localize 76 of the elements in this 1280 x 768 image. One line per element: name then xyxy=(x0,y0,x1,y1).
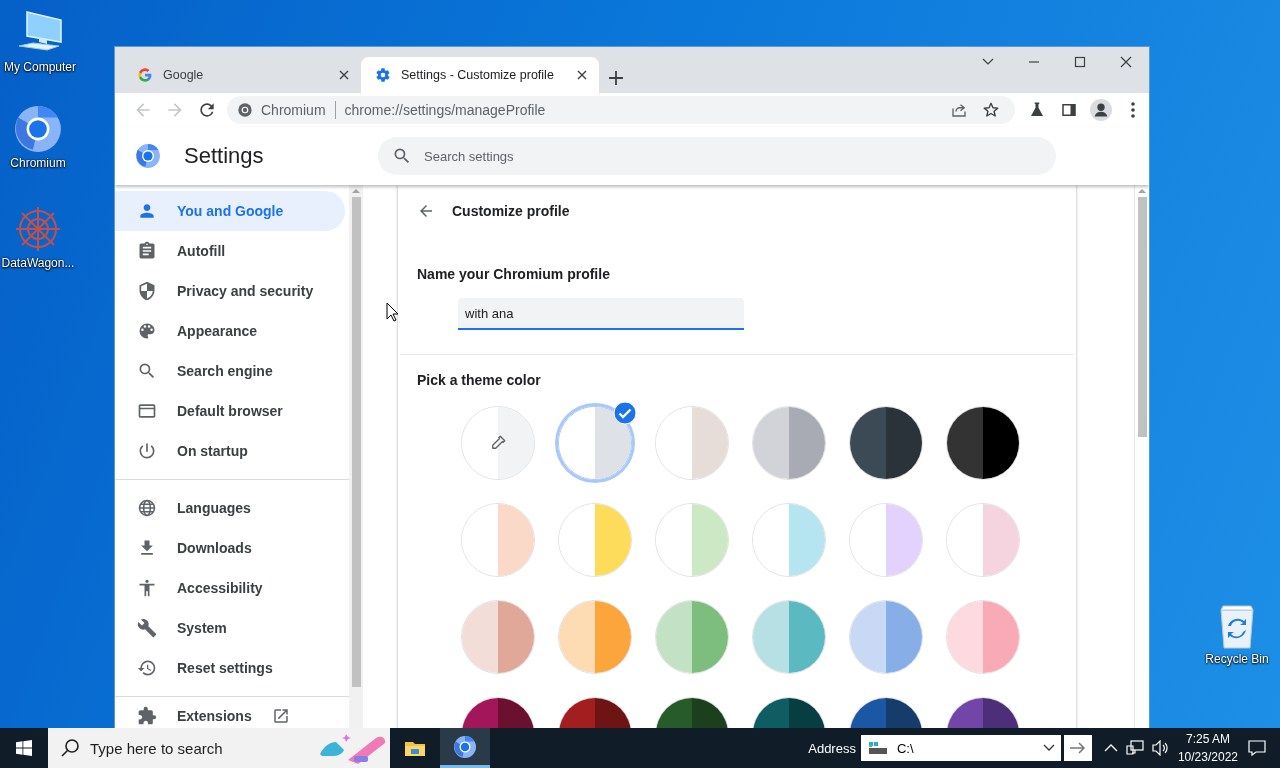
clipboard-icon xyxy=(137,241,157,261)
drive-icon xyxy=(866,740,889,756)
sidebar-item[interactable]: Languages xyxy=(115,488,345,528)
wrench-icon xyxy=(137,618,157,638)
chromium-icon[interactable] xyxy=(453,734,477,759)
desktop-icon-label: My Computer xyxy=(4,60,76,74)
desktop-icon-label: Chromium xyxy=(10,156,66,170)
puzzle-icon xyxy=(137,706,157,726)
new-tab-icon[interactable] xyxy=(609,71,623,85)
go-button[interactable] xyxy=(1063,735,1092,761)
history-icon xyxy=(137,658,157,678)
url-text: chrome://settings/manageProfile xyxy=(344,102,547,118)
sidebar-item[interactable]: You and Google xyxy=(115,191,345,231)
sidebar-item[interactable]: Extensions xyxy=(115,705,345,727)
search-icon xyxy=(60,738,80,758)
sidebar-item[interactable]: System xyxy=(115,608,345,648)
sidebar-item[interactable]: Autofill xyxy=(115,231,345,271)
windows-logo-icon[interactable] xyxy=(16,740,32,756)
taskbar-search-field[interactable]: Type here to search xyxy=(48,728,390,768)
search-icon xyxy=(392,146,412,166)
power-icon xyxy=(137,441,157,461)
gear-icon xyxy=(375,67,391,83)
desktop-icon-label: DataWagon... xyxy=(1,256,75,270)
arrow-right-icon xyxy=(1069,742,1086,754)
sidebar-item[interactable]: On startup xyxy=(115,431,345,471)
browser-window-icon xyxy=(137,401,157,421)
sidebar-item[interactable]: Downloads xyxy=(115,528,345,568)
accessibility-icon xyxy=(137,578,157,598)
google-icon xyxy=(137,67,153,83)
scrollbar-thumb[interactable] xyxy=(351,197,361,687)
profile-name-field[interactable]: with ana xyxy=(458,298,744,330)
clock-time[interactable]: 7:25 AM xyxy=(1177,730,1238,748)
search-field[interactable]: Search settings xyxy=(378,137,1056,175)
volume-icon[interactable] xyxy=(1151,740,1170,756)
search-icon xyxy=(137,361,157,381)
section-label: Pick a theme color xyxy=(417,371,542,389)
site-info-icon xyxy=(237,102,253,118)
chromium-logo-icon xyxy=(135,143,161,169)
chevron-down-icon xyxy=(1042,744,1055,752)
sidebar-item[interactable]: Accessibility xyxy=(115,568,345,608)
field-label: Name your Chromium profile xyxy=(417,265,611,283)
maximize-icon[interactable] xyxy=(1074,56,1086,68)
address-label: Address xyxy=(808,740,856,756)
side-panel-icon[interactable] xyxy=(1060,101,1078,119)
address-field[interactable]: C:\ xyxy=(860,735,1061,761)
caret-up-icon[interactable] xyxy=(1103,743,1118,753)
reload-icon[interactable] xyxy=(197,100,217,120)
sidebar-item[interactable]: Appearance xyxy=(115,311,345,351)
site-name: Chromium xyxy=(261,102,326,118)
scrollbar-thumb[interactable] xyxy=(1137,197,1147,437)
eyedropper-icon xyxy=(489,434,507,452)
flask-icon[interactable] xyxy=(1028,101,1046,119)
avatar-icon[interactable] xyxy=(1090,99,1112,121)
sidebar-item[interactable]: Privacy and security xyxy=(115,271,345,311)
chromium-icon[interactable] xyxy=(13,104,63,154)
sidebar-item[interactable]: Search engine xyxy=(115,351,345,391)
desktop-icon-label: Recycle Bin xyxy=(1205,652,1269,666)
page-title: Customize profile xyxy=(452,203,570,219)
settings-title: Settings xyxy=(184,143,265,169)
close-icon[interactable] xyxy=(339,70,349,80)
check-icon xyxy=(613,401,637,425)
shield-icon xyxy=(137,281,157,301)
network-icon[interactable] xyxy=(1125,740,1144,756)
address-bar[interactable]: Chromium chrome://settings/manageProfile xyxy=(227,96,1015,124)
sidebar-item[interactable]: Reset settings xyxy=(115,648,345,688)
sidebar-item[interactable]: Default browser xyxy=(115,391,345,431)
browser-tab[interactable]: Google xyxy=(123,57,361,93)
palette-icon xyxy=(137,321,157,341)
close-icon[interactable] xyxy=(577,70,587,80)
clock-date[interactable]: 10/23/2022 xyxy=(1177,748,1238,766)
close-icon[interactable] xyxy=(1120,56,1132,68)
star-icon[interactable] xyxy=(982,101,1000,119)
globe-icon xyxy=(137,498,157,518)
menu-icon[interactable] xyxy=(1131,102,1135,118)
browser-tab[interactable]: Settings - Customize profile xyxy=(361,57,599,93)
notification-icon[interactable] xyxy=(1248,739,1266,757)
